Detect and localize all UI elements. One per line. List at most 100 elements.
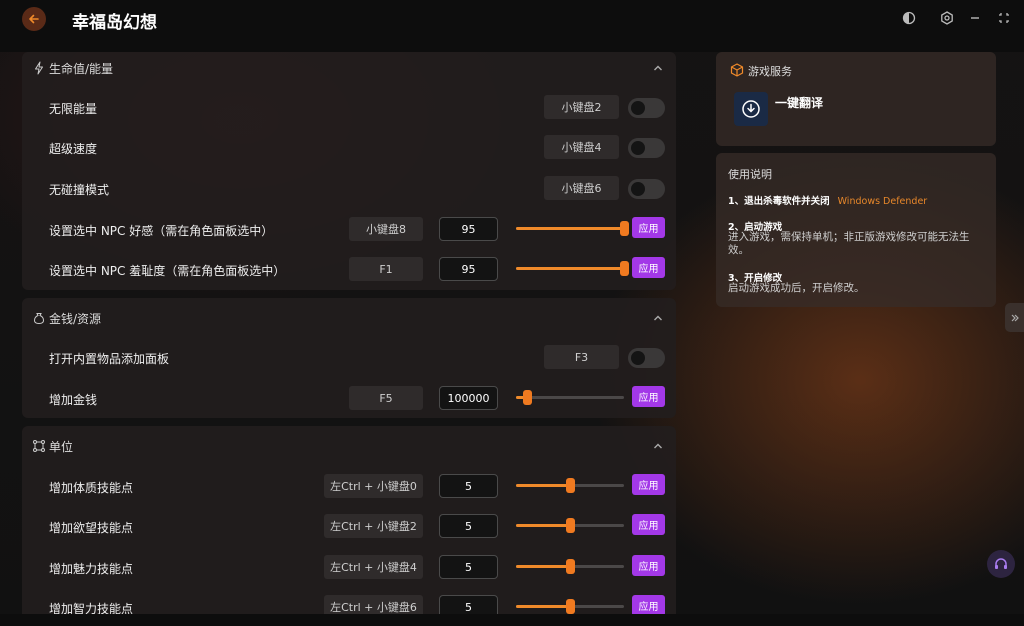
cube-icon <box>730 63 744 77</box>
hotkey-badge[interactable]: 左Ctrl + 小键盘4 <box>324 555 423 579</box>
value-slider[interactable] <box>516 390 624 405</box>
expand-sidebar-button[interactable] <box>1005 303 1024 332</box>
translate-label[interactable]: 一键翻译 <box>775 94 823 111</box>
cheat-toggle[interactable] <box>628 179 665 199</box>
minimize-icon <box>971 17 979 19</box>
section-unit: 单位 增加体质技能点 左Ctrl + 小键盘0 应用 增加欲望技能点 左Ctrl… <box>22 426 676 614</box>
value-input[interactable] <box>439 386 498 410</box>
cheat-row: 增加体质技能点 左Ctrl + 小键盘0 应用 <box>22 467 676 507</box>
cheat-row: 增加智力技能点 左Ctrl + 小键盘6 应用 <box>22 588 676 614</box>
slider-thumb[interactable] <box>620 261 629 276</box>
windows-defender-link[interactable]: Windows Defender <box>838 196 928 207</box>
value-input[interactable] <box>439 474 498 498</box>
slider-fill <box>516 524 570 527</box>
money-bag-icon <box>33 313 45 325</box>
slider-thumb[interactable] <box>620 221 629 236</box>
cheat-label: 超级速度 <box>49 142 98 156</box>
cheat-label: 无限能量 <box>49 102 98 116</box>
minimize-button[interactable] <box>967 10 983 26</box>
value-input[interactable] <box>439 514 498 538</box>
headset-icon <box>995 558 1007 569</box>
cheat-row: 增加欲望技能点 左Ctrl + 小键盘2 应用 <box>22 507 676 547</box>
cheat-row: 设置选中 NPC 羞耻度（需在角色面板选中） F1 应用 <box>22 250 676 290</box>
bottom-bar <box>0 614 1024 626</box>
value-input[interactable] <box>439 257 498 281</box>
hotkey-badge[interactable]: F3 <box>544 345 619 369</box>
slider-fill <box>516 484 570 487</box>
slider-thumb[interactable] <box>566 518 575 533</box>
apply-button[interactable]: 应用 <box>632 257 665 278</box>
section-header-life[interactable]: 生命值/能量 <box>22 52 676 84</box>
cheat-toggle[interactable] <box>628 138 665 158</box>
slider-thumb[interactable] <box>566 478 575 493</box>
hotkey-badge[interactable]: 小键盘8 <box>349 217 423 241</box>
apply-button[interactable]: 应用 <box>632 474 665 495</box>
slider-fill <box>516 565 570 568</box>
settings-icon <box>941 11 953 25</box>
hotkey-badge[interactable]: 左Ctrl + 小键盘0 <box>324 474 423 498</box>
nodes-icon <box>33 440 45 452</box>
game-services-panel: 游戏服务 一键翻译 <box>716 52 996 146</box>
slider-fill <box>516 227 624 230</box>
section-title: 金钱/资源 <box>49 312 102 326</box>
cheat-row: 增加魅力技能点 左Ctrl + 小键盘4 应用 <box>22 548 676 588</box>
close-button[interactable] <box>996 10 1012 26</box>
arrow-left-icon <box>29 14 39 24</box>
value-input[interactable] <box>439 217 498 241</box>
instructions-title: 使用说明 <box>728 168 772 181</box>
cheat-label: 增加金钱 <box>49 393 98 407</box>
value-slider[interactable] <box>516 599 624 614</box>
section-header-unit[interactable]: 单位 <box>22 430 676 462</box>
close-icon <box>999 13 1009 23</box>
step-3-text: 启动游戏成功后，开启修改。 <box>728 282 865 294</box>
chevron-up-icon[interactable] <box>652 440 664 452</box>
value-input[interactable] <box>439 595 498 614</box>
slider-thumb[interactable] <box>566 559 575 574</box>
cheat-toggle[interactable] <box>628 348 665 368</box>
apply-button[interactable]: 应用 <box>632 386 665 407</box>
hotkey-badge[interactable]: 左Ctrl + 小键盘6 <box>324 595 423 614</box>
step-1-title: 1、退出杀毒软件并关闭 <box>728 196 830 207</box>
translate-button[interactable] <box>734 92 768 126</box>
apply-button[interactable]: 应用 <box>632 555 665 576</box>
hotkey-badge[interactable]: 小键盘4 <box>544 135 619 159</box>
value-slider[interactable] <box>516 221 629 236</box>
step-2-text: 进入游戏，需保持单机；非正版游戏修改可能无法生效。 <box>728 231 970 256</box>
value-slider[interactable] <box>516 518 624 533</box>
value-slider[interactable] <box>516 261 629 276</box>
download-icon <box>742 100 760 118</box>
step-1: 1、退出杀毒软件并关闭 Windows Defender <box>728 193 927 207</box>
settings-button[interactable] <box>939 10 955 26</box>
value-slider[interactable] <box>516 478 624 493</box>
hotkey-badge[interactable]: F1 <box>349 257 423 281</box>
value-input[interactable] <box>439 555 498 579</box>
apply-button[interactable]: 应用 <box>632 217 665 238</box>
cheat-row: 超级速度 小键盘4 <box>22 128 676 168</box>
chevron-up-icon[interactable] <box>652 62 664 74</box>
cheat-list[interactable]: 生命值/能量 无限能量 小键盘2 超级速度 小键盘4 无碰撞模式 小键盘6 设置… <box>22 52 676 614</box>
section-header-money[interactable]: 金钱/资源 <box>22 302 676 334</box>
cheat-label: 设置选中 NPC 好感（需在角色面板选中） <box>49 224 274 238</box>
apply-button[interactable]: 应用 <box>632 514 665 535</box>
cheat-label: 设置选中 NPC 羞耻度（需在角色面板选中） <box>49 264 286 278</box>
instructions-panel: 使用说明 1、退出杀毒软件并关闭 Windows Defender 2、启动游戏 … <box>716 153 996 307</box>
back-button[interactable] <box>22 7 46 31</box>
chevron-double-right-icon <box>1011 314 1019 321</box>
theme-button[interactable] <box>901 10 917 26</box>
slider-thumb[interactable] <box>522 390 532 405</box>
cheat-label: 增加智力技能点 <box>49 602 134 614</box>
section-title: 单位 <box>49 440 74 454</box>
slider-fill <box>516 605 570 608</box>
cheat-toggle[interactable] <box>628 98 665 118</box>
cheat-label: 打开内置物品添加面板 <box>49 352 170 366</box>
hotkey-badge[interactable]: F5 <box>349 386 423 410</box>
hotkey-badge[interactable]: 小键盘6 <box>544 176 619 200</box>
hotkey-badge[interactable]: 左Ctrl + 小键盘2 <box>324 514 423 538</box>
chevron-up-icon[interactable] <box>652 312 664 324</box>
apply-button[interactable]: 应用 <box>632 595 665 614</box>
hotkey-badge[interactable]: 小键盘2 <box>544 95 619 119</box>
value-slider[interactable] <box>516 559 624 574</box>
support-button[interactable] <box>987 550 1015 578</box>
cheat-label: 增加体质技能点 <box>49 481 134 495</box>
slider-thumb[interactable] <box>566 599 575 614</box>
